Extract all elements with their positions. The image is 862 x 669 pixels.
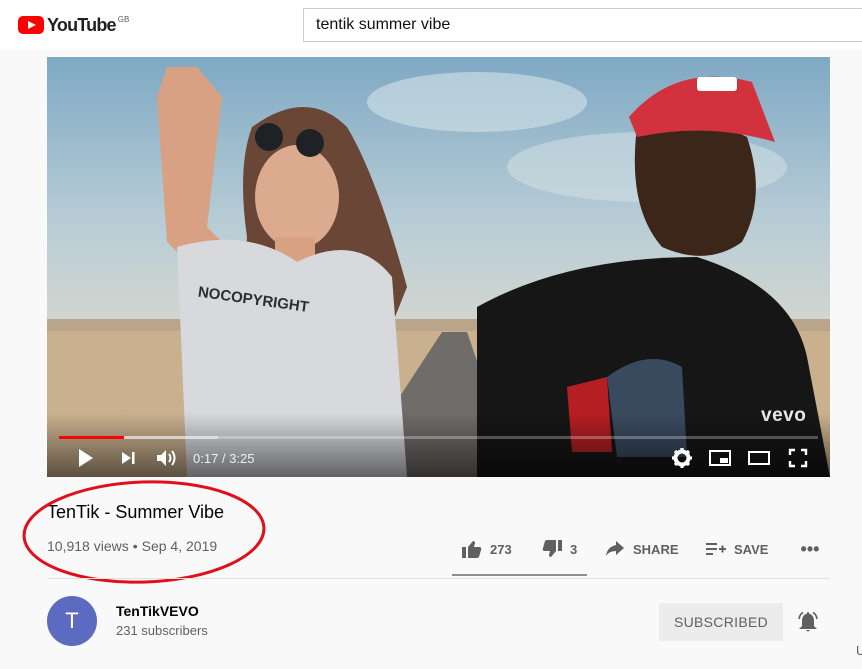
sunglasses-left xyxy=(255,123,283,151)
sunglasses-right xyxy=(296,129,324,157)
video-player[interactable]: NOCOPYRIGHT vevo 0:17 / 3:25 xyxy=(47,57,830,477)
like-count: 273 xyxy=(490,541,512,557)
cloud xyxy=(367,72,587,132)
time-display: 0:17 / 3:25 xyxy=(193,451,255,466)
divider xyxy=(47,578,830,579)
settings-gear-icon[interactable] xyxy=(671,447,693,469)
share-arrow-icon xyxy=(606,541,624,556)
search-input[interactable] xyxy=(303,8,862,42)
cropped-text: U xyxy=(856,643,862,658)
subscribed-button[interactable]: SUBSCRIBED xyxy=(659,603,783,641)
thumbs-up-icon xyxy=(462,541,482,558)
save-button[interactable]: SAVE xyxy=(706,539,768,559)
thumbs-down-icon xyxy=(542,540,562,557)
woman-face xyxy=(255,145,339,249)
channel-name[interactable]: TenTikVEVO xyxy=(116,603,199,619)
miniplayer-icon[interactable] xyxy=(708,447,732,469)
share-label: SHARE xyxy=(633,541,679,557)
share-button[interactable]: SHARE xyxy=(605,539,679,559)
fullscreen-icon[interactable] xyxy=(787,447,809,469)
channel-avatar[interactable]: T xyxy=(47,596,97,646)
youtube-logo[interactable]: YouTube GB xyxy=(18,13,129,37)
next-icon[interactable] xyxy=(120,447,136,469)
annotation-circle xyxy=(22,480,266,584)
subscriber-count: 231 subscribers xyxy=(116,623,208,638)
save-label: SAVE xyxy=(734,541,769,557)
notification-bell-icon[interactable] xyxy=(796,610,820,634)
country-code: GB xyxy=(117,14,130,24)
like-button[interactable]: 273 xyxy=(462,539,512,559)
sentiment-bar xyxy=(452,574,587,576)
dislike-count: 3 xyxy=(570,541,578,557)
youtube-play-icon xyxy=(18,16,44,34)
theater-mode-icon[interactable] xyxy=(747,447,771,469)
masthead: YouTube GB xyxy=(0,0,862,50)
logo-text: YouTube xyxy=(47,14,117,35)
cap-logo xyxy=(697,77,737,91)
progress-played xyxy=(59,436,124,439)
dislike-button[interactable]: 3 xyxy=(542,539,577,559)
volume-icon[interactable] xyxy=(155,447,179,469)
add-to-playlist-icon xyxy=(706,543,726,555)
progress-bar[interactable] xyxy=(59,436,818,439)
more-actions-icon[interactable]: ••• xyxy=(798,539,822,559)
play-icon[interactable] xyxy=(77,447,95,469)
